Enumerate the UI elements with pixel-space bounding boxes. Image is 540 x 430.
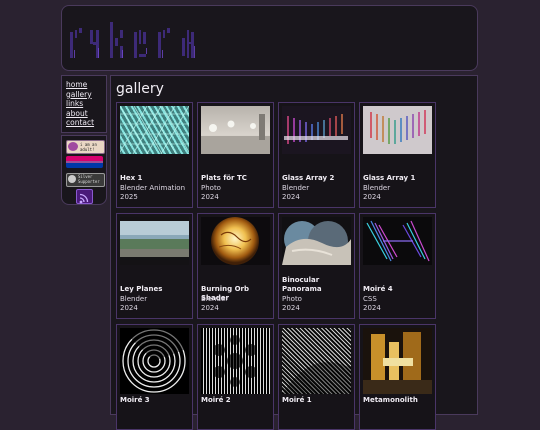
i-am-an-adult-badge[interactable]: i am an adult!: [66, 140, 105, 154]
gallery-card-binocular-panorama[interactable]: Binocular Panorama Photo 2024: [278, 213, 355, 319]
silver-supporter-badge[interactable]: Silver Supporter: [66, 173, 105, 187]
thumbnail-image: [120, 328, 189, 394]
gallery-card-moire-3[interactable]: Moiré 3: [116, 324, 193, 430]
thumbnail-image: [363, 106, 432, 154]
rss-feed-icon[interactable]: [76, 189, 93, 204]
gallery-card-glass-array-2[interactable]: Glass Array 2 Blender 2024: [278, 102, 355, 208]
thumbnail-image: [282, 106, 351, 154]
site-logo[interactable]: [68, 20, 248, 60]
gallery-card-moire-1[interactable]: Moiré 1: [278, 324, 355, 430]
sidebar-nav: home gallery links about contact: [61, 75, 107, 133]
nav-link-home[interactable]: home: [66, 80, 106, 90]
badge-panel: i am an adult! Silver Supporter: [61, 135, 107, 205]
nav-link-contact[interactable]: contact: [66, 118, 106, 128]
gallery-card-hex-1[interactable]: Hex 1 Blender Animation 2025: [116, 102, 193, 208]
gallery-content: gallery Hex 1 Blender Animation 2025 Pla…: [110, 75, 478, 430]
thumbnail-image: [363, 217, 432, 265]
site-header: [61, 5, 478, 71]
gallery-card-metamonolith[interactable]: Metamonolith: [359, 324, 436, 430]
thumbnail-image: [363, 328, 432, 394]
gallery-card-plats-for-tc[interactable]: Plats för TC Photo 2024: [197, 102, 274, 208]
thumbnail-image: [201, 328, 270, 394]
nav-link-about[interactable]: about: [66, 109, 106, 119]
nav-link-links[interactable]: links: [66, 99, 106, 109]
gallery-card-burning-orb-shader[interactable]: Burning Orb Shader Blender 2024: [197, 213, 274, 319]
gallery-card-ley-planes[interactable]: Ley Planes Blender 2024: [116, 213, 193, 319]
thumbnail-image: [120, 217, 189, 265]
thumbnail-image: [120, 106, 189, 154]
gallery-card-moire-4[interactable]: Moiré 4 CSS 2024: [359, 213, 436, 319]
nav-link-gallery[interactable]: gallery: [66, 90, 106, 100]
thumbnail-image: [201, 106, 270, 154]
thumbnail-image: [282, 217, 351, 265]
gallery-card-glass-array-1[interactable]: Glass Array 1 Blender 2024: [359, 102, 436, 208]
thumbnail-image: [282, 328, 351, 394]
thumbnail-image: [201, 217, 270, 265]
pride-flag-badge[interactable]: [66, 156, 103, 168]
rss-icon: [79, 193, 89, 204]
gallery-card-moire-2[interactable]: Moiré 2: [197, 324, 274, 430]
page-title: gallery: [116, 81, 164, 97]
